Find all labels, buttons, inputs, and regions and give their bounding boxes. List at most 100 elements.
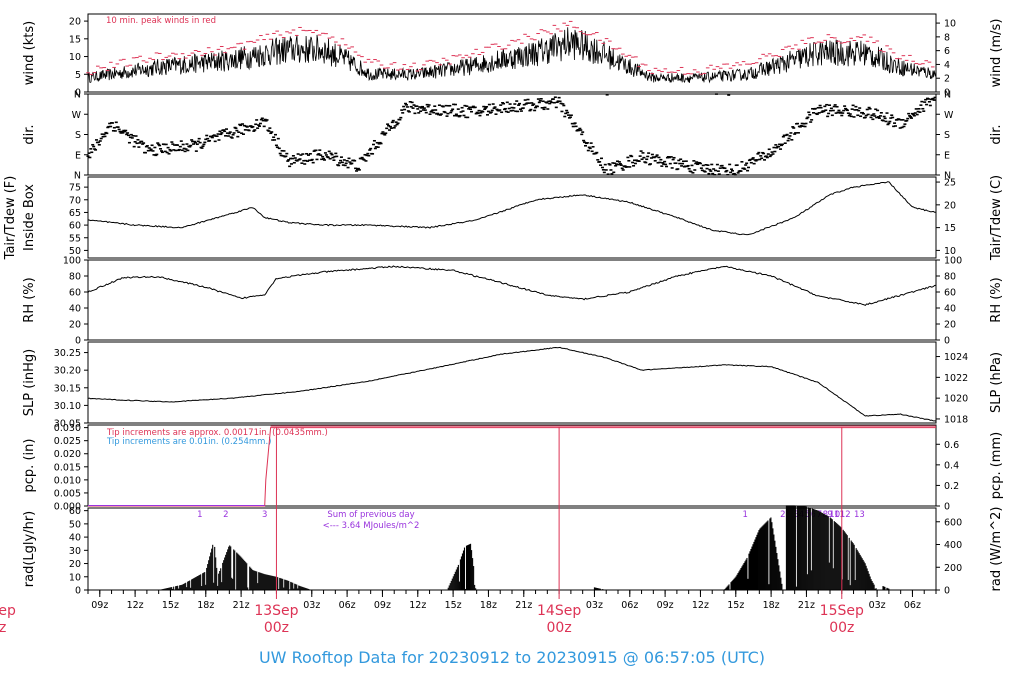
y-tick-label: 70 bbox=[69, 195, 81, 206]
x-tick-label: 12z bbox=[127, 600, 144, 611]
wind-annotation: 10 min. peak winds in red bbox=[106, 16, 216, 26]
y-tick-label: 10 bbox=[69, 52, 81, 63]
y-axis-title-right: SLP (hPa) bbox=[989, 352, 1004, 413]
weather-plot: 051015200246810wind (kts) wind (m/s)10 mi… bbox=[0, 13, 1004, 636]
x-date-label-hour: 00z bbox=[0, 620, 6, 636]
y-tick-label: 75 bbox=[69, 183, 81, 194]
y-tick-label-right: 0 bbox=[944, 336, 950, 347]
y-tick-label: 15 bbox=[69, 34, 81, 45]
x-tick-label: 03z bbox=[869, 600, 886, 611]
x-tick-label: 21z bbox=[233, 600, 250, 611]
radiation-hour-number: 2 bbox=[223, 510, 228, 520]
y-tick-label: 60 bbox=[69, 288, 81, 299]
x-tick-label: 03z bbox=[303, 600, 320, 611]
x-tick-label: 06z bbox=[339, 600, 356, 611]
y-tick-label: N bbox=[74, 171, 81, 182]
y-axis-title: pcp. (in) bbox=[22, 439, 37, 493]
panel-frame bbox=[87, 341, 937, 424]
x-tick-label: 06z bbox=[904, 600, 921, 611]
x-date-label-hour: 00z bbox=[264, 620, 289, 636]
y-tick-label: 40 bbox=[69, 533, 81, 544]
radiation-sum-label: Sum of previous day bbox=[327, 510, 414, 520]
y-tick-label: 30 bbox=[69, 546, 81, 557]
y-tick-label-right: 0 bbox=[944, 586, 950, 597]
y-tick-label: 0.025 bbox=[54, 436, 81, 447]
x-date-label: 13Sep bbox=[254, 603, 298, 619]
y-tick-label: S bbox=[75, 130, 81, 141]
panel-frame bbox=[87, 259, 937, 341]
y-tick-label-right: 4 bbox=[944, 60, 950, 71]
y-axis-title-right: RH (%) bbox=[989, 277, 1004, 322]
x-tick-label: 12z bbox=[692, 600, 709, 611]
y-tick-label: 0 bbox=[75, 336, 81, 347]
y-tick-label-right: 10 bbox=[944, 19, 956, 30]
x-date-label: 15Sep bbox=[820, 603, 864, 619]
y-axis-title-right: rad (W/m^2) bbox=[989, 507, 1004, 592]
y-axis-title: SLP (inHg) bbox=[22, 349, 37, 417]
y-tick-label-right: 20 bbox=[944, 200, 956, 211]
y-tick-label: 0.005 bbox=[54, 488, 81, 499]
x-tick-label: 21z bbox=[798, 600, 815, 611]
y-tick-label: 100 bbox=[63, 256, 81, 267]
x-date-label: 12Sep bbox=[0, 603, 16, 619]
y-tick-label: 0.015 bbox=[54, 462, 81, 473]
y-tick-label: 60 bbox=[69, 506, 81, 517]
y-tick-label-right: 1024 bbox=[944, 352, 968, 363]
y-tick-label-right: 20 bbox=[944, 320, 956, 331]
y-tick-label-right: 0.6 bbox=[944, 440, 959, 451]
y-tick-label: 30.15 bbox=[54, 383, 81, 394]
x-date-label: 14Sep bbox=[537, 603, 581, 619]
y-tick-label: N bbox=[74, 90, 81, 101]
x-tick-label: 06z bbox=[621, 600, 638, 611]
y-axis-title: Tair/Tdew (F) bbox=[3, 176, 18, 261]
x-tick-label: 09z bbox=[657, 600, 674, 611]
x-tick-label: 09z bbox=[374, 600, 391, 611]
y-tick-label-right: 40 bbox=[944, 304, 956, 315]
precip-note-new: Tip increments are 0.01in. (0.254mm.) bbox=[106, 437, 271, 447]
y-tick-label-right: 400 bbox=[944, 540, 962, 551]
y-tick-label-right: 80 bbox=[944, 272, 956, 283]
y-tick-label: 40 bbox=[69, 304, 81, 315]
y-tick-label-right: 6 bbox=[944, 46, 950, 57]
y-axis-title-right: dir. bbox=[989, 124, 1004, 144]
y-axis-title: rad(Lgly/hr) bbox=[22, 511, 37, 587]
y-tick-label: 0.020 bbox=[54, 449, 81, 460]
y-tick-label: 5 bbox=[75, 70, 81, 81]
y-tick-label: 30.25 bbox=[54, 348, 81, 359]
x-tick-label: 18z bbox=[480, 600, 497, 611]
x-tick-label: 21z bbox=[515, 600, 532, 611]
y-tick-label: 55 bbox=[69, 233, 81, 244]
y-tick-label: 30.10 bbox=[54, 401, 81, 412]
y-tick-label-right: 1020 bbox=[944, 394, 968, 405]
x-tick-label: 09z bbox=[91, 600, 108, 611]
y-tick-label-right: 0 bbox=[944, 502, 950, 513]
y-tick-label: 65 bbox=[69, 208, 81, 219]
pressure-line bbox=[87, 346, 937, 422]
y-tick-label: 80 bbox=[69, 272, 81, 283]
y-tick-label-right: 1018 bbox=[944, 414, 968, 425]
humidity-line bbox=[87, 265, 937, 307]
radiation-hour-number: 2 bbox=[780, 510, 785, 520]
y-axis-title-right: wind (m/s) bbox=[989, 19, 1004, 88]
y-tick-label-right: 1022 bbox=[944, 373, 968, 384]
x-tick-label: 15z bbox=[162, 600, 179, 611]
y-tick-label: 10 bbox=[69, 572, 81, 583]
y-tick-label: 20 bbox=[69, 320, 81, 331]
radiation-hour-number: 3 bbox=[262, 510, 267, 520]
y-tick-label: 0.010 bbox=[54, 475, 81, 486]
y-tick-label: E bbox=[75, 150, 81, 161]
y-tick-label: 60 bbox=[69, 221, 81, 232]
y-tick-label-right: 15 bbox=[944, 223, 956, 234]
y-tick-label-right: 8 bbox=[944, 32, 950, 43]
y-tick-label: 20 bbox=[69, 17, 81, 28]
x-tick-label: 15z bbox=[445, 600, 462, 611]
y-axis-title: dir. bbox=[22, 124, 37, 144]
y-tick-label: W bbox=[72, 110, 82, 121]
x-tick-label: 18z bbox=[763, 600, 780, 611]
y-tick-label-right: 100 bbox=[944, 256, 962, 267]
y-axis-title: wind (kts) bbox=[22, 21, 37, 85]
x-date-label-hour: 00z bbox=[829, 620, 854, 636]
radiation-sum-value: <--- 3.64 MJoules/m^2 bbox=[323, 521, 420, 531]
y-tick-label-right: E bbox=[944, 150, 950, 161]
y-tick-label-right: 200 bbox=[944, 563, 962, 574]
